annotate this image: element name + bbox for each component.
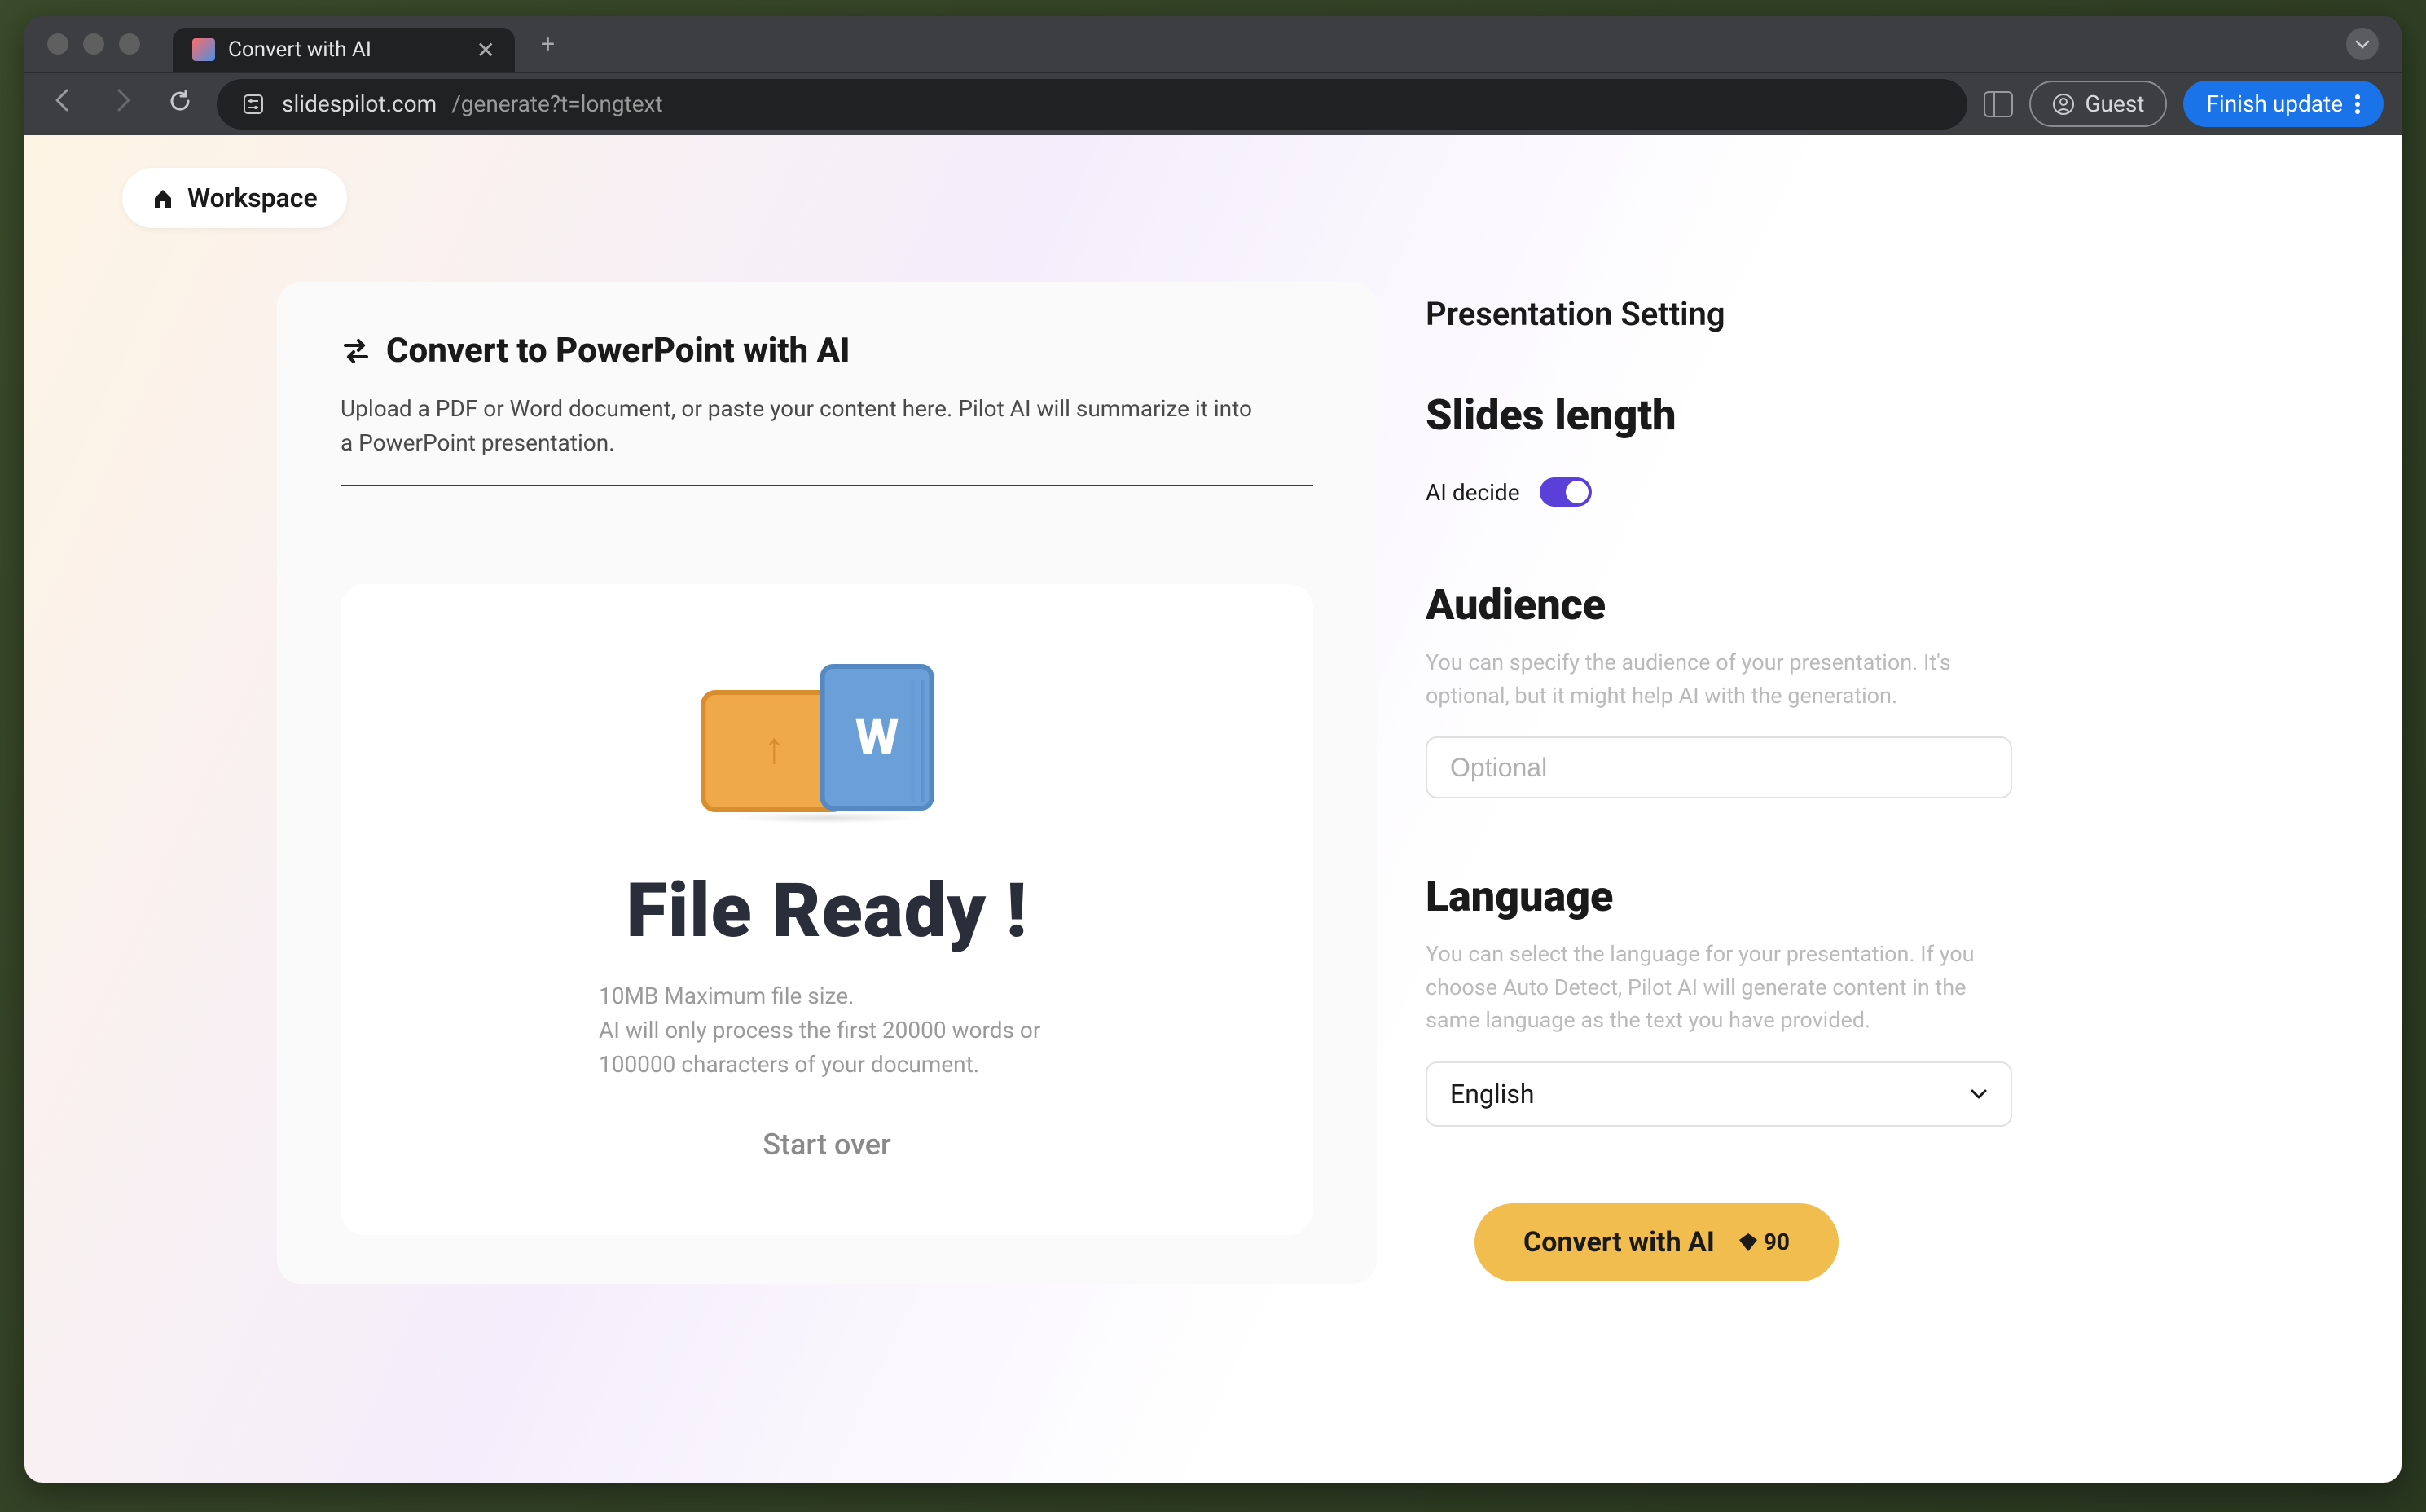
diamond-icon: [1738, 1232, 1759, 1253]
ai-decide-row: AI decide: [1426, 477, 2173, 507]
file-note-2: AI will only process the first 20000 wor…: [599, 1013, 1055, 1082]
language-select[interactable]: English: [1426, 1061, 2012, 1127]
browser-window: Convert with AI ✕ + slidespilot.com/gene…: [24, 16, 2402, 1483]
file-notes: 10MB Maximum file size. AI will only pro…: [599, 979, 1055, 1082]
forward-button[interactable]: [101, 81, 143, 127]
ai-decide-toggle[interactable]: [1540, 477, 1592, 507]
workspace-button[interactable]: Workspace: [122, 168, 347, 228]
browser-tab[interactable]: Convert with AI ✕: [173, 28, 515, 72]
chevron-down-icon: [1970, 1088, 1988, 1100]
convert-cost: 90: [1764, 1228, 1790, 1255]
user-icon: [2052, 93, 2075, 116]
favicon-icon: [192, 38, 215, 61]
minimize-window-button[interactable]: [83, 33, 104, 55]
page-content: Workspace Convert to PowerPoint with AI …: [24, 135, 2402, 1483]
audience-input[interactable]: [1426, 736, 2012, 798]
home-icon: [152, 187, 174, 209]
divider: [341, 485, 1313, 486]
close-tab-button[interactable]: ✕: [477, 37, 495, 64]
file-icons: [389, 654, 1264, 817]
side-panel-button[interactable]: [1984, 91, 2013, 117]
close-window-button[interactable]: [47, 33, 68, 55]
url-host: slidespilot.com: [282, 90, 437, 117]
file-note-1: 10MB Maximum file size.: [599, 979, 1055, 1013]
profile-button[interactable]: Guest: [2029, 81, 2167, 127]
site-settings-icon[interactable]: [240, 90, 267, 118]
panel-title: Presentation Setting: [1426, 295, 2173, 333]
card-description: Upload a PDF or Word document, or paste …: [341, 392, 1269, 460]
language-title: Language: [1426, 872, 2173, 921]
language-description: You can select the language for your pre…: [1426, 938, 1996, 1037]
maximize-window-button[interactable]: [119, 33, 140, 55]
word-document-icon: [820, 664, 934, 811]
upload-card: File Ready ! 10MB Maximum file size. AI …: [341, 584, 1313, 1235]
icon-shadow: [733, 812, 921, 824]
toolbar: slidespilot.com/generate?t=longtext Gues…: [24, 72, 2402, 135]
workspace-label: Workspace: [187, 182, 318, 213]
reload-icon: [168, 89, 192, 113]
expand-tabs-button[interactable]: [2346, 28, 2379, 60]
reload-button[interactable]: [160, 81, 200, 127]
traffic-lights: [47, 33, 140, 55]
settings-panel: Presentation Setting Slides length AI de…: [1426, 282, 2182, 1284]
language-value: English: [1450, 1079, 1535, 1110]
update-label: Finish update: [2206, 90, 2343, 117]
new-tab-button[interactable]: +: [531, 24, 565, 65]
ai-decide-label: AI decide: [1426, 479, 1520, 506]
slides-length-title: Slides length: [1426, 390, 2173, 440]
card-heading: Convert to PowerPoint with AI: [341, 331, 1313, 371]
convert-icon: [341, 336, 371, 367]
more-icon: [2354, 94, 2361, 115]
convert-label: Convert with AI: [1523, 1226, 1715, 1259]
chevron-down-icon: [2355, 39, 2370, 49]
convert-button[interactable]: Convert with AI 90: [1474, 1203, 1839, 1281]
convert-card: Convert to PowerPoint with AI Upload a P…: [277, 282, 1377, 1284]
arrow-right-icon: [109, 87, 135, 113]
finish-update-button[interactable]: Finish update: [2183, 81, 2384, 127]
profile-label: Guest: [2085, 90, 2144, 117]
address-bar[interactable]: slidespilot.com/generate?t=longtext: [217, 79, 1967, 130]
back-button[interactable]: [42, 81, 85, 127]
file-ready-title: File Ready !: [389, 868, 1264, 955]
url-path: /generate?t=longtext: [451, 90, 662, 117]
arrow-left-icon: [51, 87, 77, 113]
card-heading-text: Convert to PowerPoint with AI: [386, 331, 850, 371]
tab-strip: Convert with AI ✕ +: [173, 16, 565, 72]
audience-title: Audience: [1426, 580, 2173, 630]
main-grid: Convert to PowerPoint with AI Upload a P…: [24, 135, 2402, 1284]
titlebar: Convert with AI ✕ +: [24, 16, 2402, 72]
tab-title: Convert with AI: [228, 37, 371, 62]
start-over-button[interactable]: Start over: [389, 1127, 1264, 1162]
audience-description: You can specify the audience of your pre…: [1426, 646, 1996, 712]
